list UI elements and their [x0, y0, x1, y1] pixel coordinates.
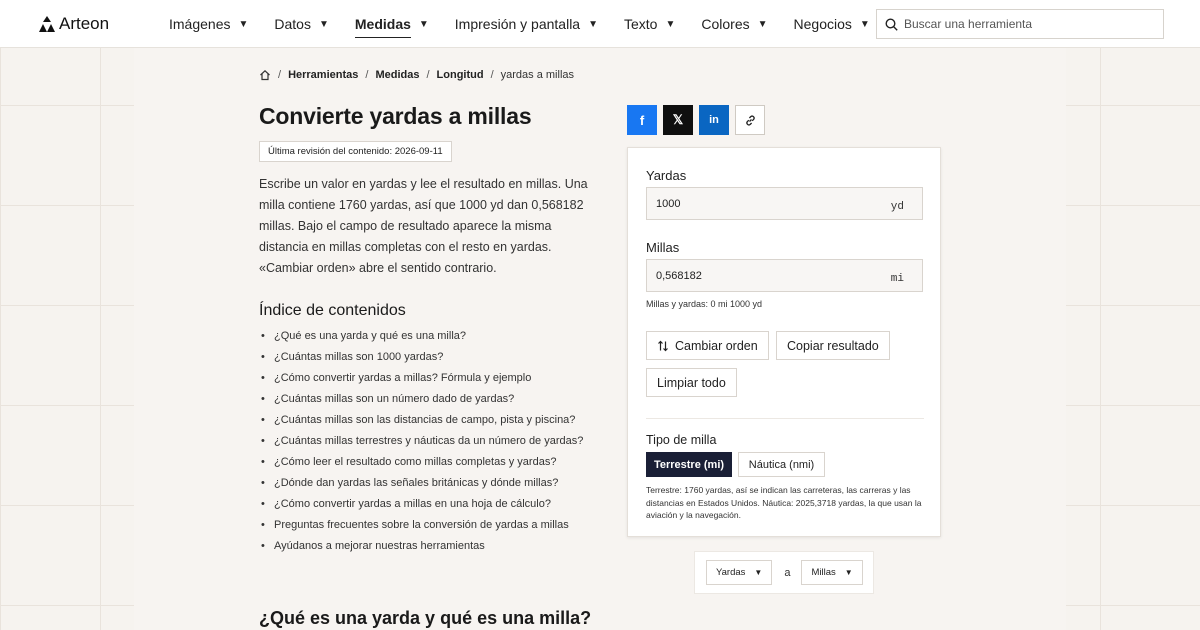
breadcrumb-link-medidas[interactable]: Medidas — [375, 69, 419, 81]
nav-item-datos[interactable]: Datos ▼ — [274, 0, 328, 48]
miles-label: Millas — [646, 240, 680, 255]
caret-down-icon: ▼ — [844, 568, 853, 577]
nav-item-label: Impresión y pantalla — [454, 16, 581, 32]
toc-item[interactable]: Preguntas frecuentes sobre la conversión… — [259, 517, 583, 538]
breadcrumb-separator: / — [365, 69, 369, 81]
nav-item-label: Medidas — [354, 16, 411, 38]
toc-item[interactable]: ¿Cuántas millas son un número dado de ya… — [259, 391, 583, 412]
unit-selector-bar: Yardas ▼ a Millas ▼ — [694, 551, 874, 594]
nav-item-imagenes[interactable]: Imágenes ▼ — [169, 0, 248, 48]
caret-down-icon: ▼ — [418, 18, 429, 30]
caret-down-icon: ▼ — [238, 18, 249, 30]
revision-badge: Última revisión del contenido: 2026-09-1… — [259, 141, 452, 162]
miles-unit: mi — [890, 272, 904, 285]
breadcrumb: / Herramientas / Medidas / Longitud / ya… — [259, 69, 574, 81]
nav-item-label: Texto — [624, 16, 658, 32]
caret-down-icon: ▼ — [318, 18, 329, 30]
logo-text: Arteon — [59, 14, 110, 33]
breadcrumb-link-herramientas[interactable]: Herramientas — [288, 69, 358, 81]
from-unit-select-value: Yardas — [716, 567, 746, 578]
facebook-icon: f — [639, 112, 645, 128]
copy-result-label: Copiar resultado — [787, 338, 879, 353]
caret-down-icon: ▼ — [859, 18, 870, 30]
yards-input[interactable]: 1000 yd — [646, 187, 923, 220]
toc-item[interactable]: ¿Cómo convertir yardas a millas? Fórmula… — [259, 370, 583, 391]
top-navigation-bar: Arteon Imágenes ▼ Datos ▼ Medidas ▼ Impresi… — [0, 0, 1200, 48]
breadcrumb-separator: / — [278, 69, 282, 81]
mile-type-nautical-option[interactable]: Náutica (nmi) — [738, 452, 825, 477]
breadcrumb-current: yardas a millas — [500, 69, 574, 81]
divider — [646, 418, 924, 419]
clear-all-label: Limpiar todo — [657, 375, 726, 390]
toc-item[interactable]: ¿Cuántas millas son 1000 yardas? — [259, 349, 583, 370]
mile-type-nautical-label: Náutica (nmi) — [748, 458, 815, 471]
section-heading: ¿Qué es una yarda y qué es una milla? — [259, 608, 592, 628]
caret-down-icon: ▼ — [754, 568, 763, 577]
intro-paragraph: Escribe un valor en yardas y lee el resu… — [259, 177, 588, 275]
yards-label: Yardas — [646, 168, 687, 183]
nav-item-medidas[interactable]: Medidas ▼ — [354, 0, 429, 48]
toc-item[interactable]: ¿Cómo leer el resultado como millas comp… — [259, 454, 583, 475]
table-of-contents: ¿Qué es una yarda y qué es una milla? ¿C… — [259, 328, 583, 559]
toc-item[interactable]: ¿Cómo convertir yardas a millas en una h… — [259, 496, 583, 517]
miles-yards-hint: Millas y yardas: 0 mi 1000 yd — [646, 299, 763, 309]
breadcrumb-separator: / — [490, 69, 494, 81]
miles-input[interactable]: 0,568182 mi — [646, 259, 923, 292]
yards-input-value: 1000 — [656, 197, 681, 210]
nav-item-label: Negocios — [793, 16, 852, 32]
nav-item-impresion[interactable]: Impresión y pantalla ▼ — [455, 0, 598, 48]
home-icon[interactable] — [259, 69, 271, 81]
yards-unit: yd — [890, 200, 904, 213]
logo-icon — [39, 16, 55, 32]
nav-item-negocios[interactable]: Negocios ▼ — [794, 0, 870, 48]
nav-item-label: Colores — [701, 16, 750, 32]
search-box[interactable] — [876, 9, 1164, 39]
toc-item[interactable]: ¿Cuántas millas son las distancias de ca… — [259, 412, 583, 433]
search-input[interactable] — [904, 17, 1144, 31]
breadcrumb-link-longitud[interactable]: Longitud — [437, 69, 484, 81]
page-title: Convierte yardas a millas — [259, 103, 532, 129]
mile-type-statute-option[interactable]: Terrestre (mi) — [646, 452, 732, 477]
nav-item-label: Datos — [274, 16, 311, 32]
swap-order-label: Cambiar orden — [675, 338, 758, 353]
search-icon — [885, 17, 898, 31]
copy-result-button[interactable]: Copiar resultado — [776, 331, 890, 360]
facebook-share-button[interactable]: f — [627, 105, 657, 135]
linkedin-icon: in — [709, 114, 719, 126]
mile-type-label: Tipo de milla — [646, 433, 717, 447]
copy-link-button[interactable] — [735, 105, 765, 135]
nav-item-texto[interactable]: Texto ▼ — [624, 0, 675, 48]
share-buttons: f 𝕏 in — [627, 105, 765, 135]
x-icon: 𝕏 — [672, 112, 684, 127]
toc-item[interactable]: ¿Cuántas millas terrestres y náuticas da… — [259, 433, 583, 454]
logo[interactable]: Arteon — [39, 14, 109, 34]
linkedin-share-button[interactable]: in — [699, 105, 729, 135]
mile-type-note: Terrestre: 1760 yardas, así se indican l… — [646, 485, 922, 520]
swap-icon — [658, 340, 668, 351]
to-unit-select[interactable]: Millas ▼ — [801, 560, 863, 585]
to-unit-select-value: Millas — [811, 567, 836, 578]
toc-item[interactable]: ¿Qué es una yarda y qué es una milla? — [259, 328, 583, 349]
main-nav: Imágenes ▼ Datos ▼ Medidas ▼ Impresión y pa… — [169, 0, 896, 48]
nav-item-label: Imágenes — [169, 16, 231, 32]
breadcrumb-separator: / — [426, 69, 430, 81]
toc-item[interactable]: ¿Dónde dan yardas las señales británicas… — [259, 475, 583, 496]
swap-order-button[interactable]: Cambiar orden — [646, 331, 769, 360]
x-share-button[interactable]: 𝕏 — [663, 105, 693, 135]
caret-down-icon: ▼ — [757, 18, 768, 30]
mile-type-statute-label: Terrestre (mi) — [653, 458, 725, 471]
caret-down-icon: ▼ — [588, 18, 598, 30]
link-icon — [745, 114, 755, 126]
unit-joiner: a — [784, 566, 791, 579]
toc-item[interactable]: Ayúdanos a mejorar nuestras herramientas — [259, 538, 583, 559]
caret-down-icon: ▼ — [665, 18, 676, 30]
toc-title: Índice de contenidos — [259, 302, 406, 319]
miles-input-value: 0,568182 — [656, 269, 702, 282]
nav-item-colores[interactable]: Colores ▼ — [701, 0, 767, 48]
converter-panel: Yardas 1000 yd Millas 0,568182 mi Millas… — [627, 147, 941, 537]
from-unit-select[interactable]: Yardas ▼ — [706, 560, 773, 585]
clear-all-button[interactable]: Limpiar todo — [646, 368, 737, 397]
